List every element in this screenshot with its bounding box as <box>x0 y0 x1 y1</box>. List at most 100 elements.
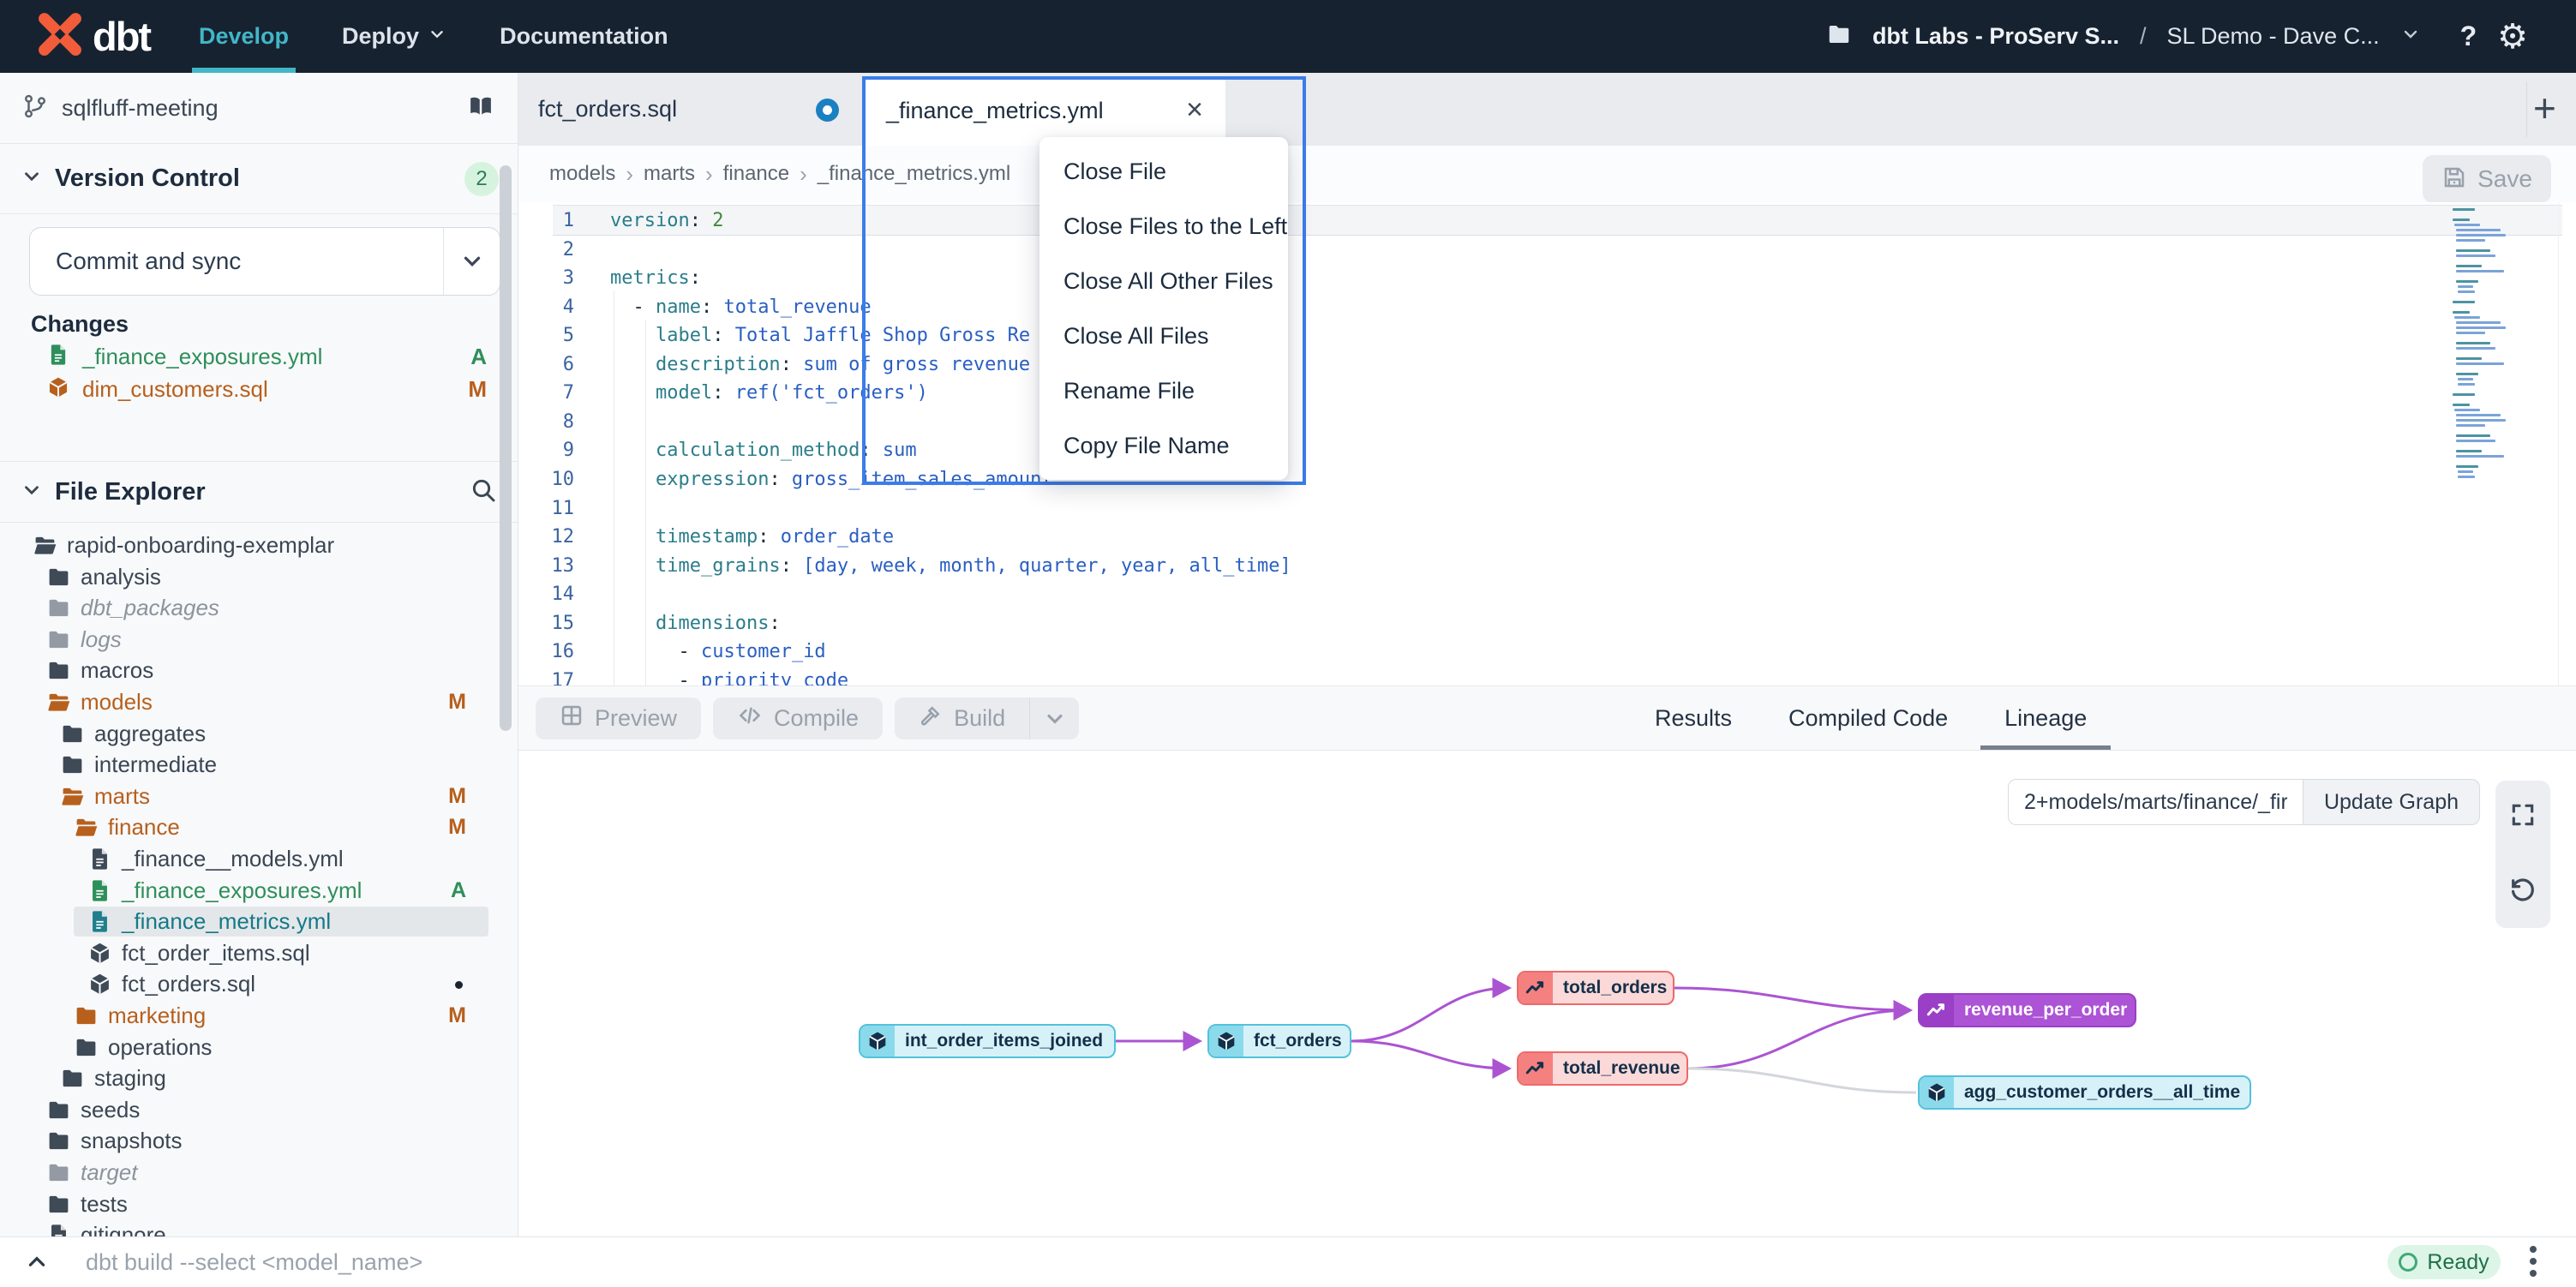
file-tree-item[interactable]: gitignore <box>0 1219 518 1236</box>
file-tree-item[interactable]: aggregates <box>0 718 518 750</box>
gear-icon[interactable]: ⚙ <box>2497 17 2528 57</box>
command-input[interactable]: dbt build --select <model_name> <box>86 1237 422 1287</box>
breadcrumb-item[interactable]: marts <box>644 162 695 186</box>
file-tree-item[interactable]: martsM <box>0 781 518 812</box>
file-icon <box>46 343 70 371</box>
preview-button[interactable]: Preview <box>536 697 701 739</box>
sidebar-scrollbar[interactable] <box>500 165 512 731</box>
build-button[interactable]: Build <box>895 697 1029 739</box>
lineage-node-agg_customer_orders__all_time[interactable]: agg_customer_orders__all_time <box>1918 1075 2251 1110</box>
menu-item-close-all-other-files[interactable]: Close All Other Files <box>1039 254 1288 308</box>
lineage-node-revenue_per_order[interactable]: revenue_per_order <box>1918 993 2136 1027</box>
chart-icon <box>1519 973 1553 1003</box>
tab-fct-orders[interactable]: fct_orders.sql <box>538 73 677 146</box>
lineage-selector-input[interactable] <box>2008 779 2303 825</box>
file-name: _finance_exposures.yml <box>122 875 362 907</box>
menu-item-copy-file-name[interactable]: Copy File Name <box>1039 418 1288 473</box>
lineage-node-int_order_items_joined[interactable]: int_order_items_joined <box>859 1024 1116 1058</box>
close-tab-icon[interactable]: × <box>1186 76 1203 146</box>
file-tree-item[interactable]: marketingM <box>0 1000 518 1032</box>
help-icon[interactable]: ? <box>2460 21 2477 52</box>
version-control-title: Version Control <box>55 165 240 193</box>
nav-documentation[interactable]: Documentation <box>500 0 668 73</box>
file-tree-item[interactable]: _finance__models.yml <box>0 843 518 875</box>
file-tree-item[interactable]: macros <box>0 655 518 686</box>
breadcrumb-item[interactable]: models <box>549 162 615 186</box>
cube-icon <box>1920 1077 1954 1108</box>
file-tree-item[interactable]: rapid-onboarding-exemplar <box>0 530 518 561</box>
new-tab-button[interactable]: + <box>2533 73 2556 146</box>
commit-options-chevron[interactable] <box>443 228 500 295</box>
file-tree-item[interactable]: tests <box>0 1188 518 1220</box>
breadcrumb: models › marts › finance › _finance_metr… <box>518 146 2576 202</box>
status-badge[interactable]: Ready <box>2387 1245 2501 1279</box>
menu-item-close-files-to-the-left[interactable]: Close Files to the Left <box>1039 199 1288 254</box>
git-status-badge: A <box>451 875 466 907</box>
lineage-node-total_orders[interactable]: total_orders <box>1517 971 1674 1005</box>
folder-icon <box>46 658 71 687</box>
file-tree-item[interactable]: fct_order_items.sql <box>0 937 518 969</box>
file-tree-item[interactable]: modelsM <box>0 686 518 718</box>
change-item[interactable]: dim_customers.sqlM <box>0 373 518 405</box>
menu-item-rename-file[interactable]: Rename File <box>1039 363 1288 418</box>
lineage-node-total_revenue[interactable]: total_revenue <box>1517 1051 1688 1086</box>
file-tree-item[interactable]: fct_orders.sql <box>0 968 518 1000</box>
file-tree-item[interactable]: analysis <box>0 561 518 593</box>
commit-and-sync-button[interactable]: Commit and sync <box>29 227 500 296</box>
lineage-node-fct_orders[interactable]: fct_orders <box>1207 1024 1351 1058</box>
build-options-chevron[interactable] <box>1029 697 1079 739</box>
file-tree-item[interactable]: _finance_metrics.yml <box>0 906 518 937</box>
file-tree-item[interactable]: logs <box>0 624 518 655</box>
file-tree-item[interactable]: snapshots <box>0 1125 518 1157</box>
git-branch-row[interactable]: sqlfluff-meeting <box>0 73 518 144</box>
compile-button[interactable]: Compile <box>713 697 883 739</box>
breadcrumb-separator: › <box>800 161 807 188</box>
breadcrumb-item[interactable]: _finance_metrics.yml <box>818 162 1010 186</box>
save-button[interactable]: Save <box>2423 155 2551 203</box>
unsaved-dot <box>455 981 463 989</box>
file-tree-item[interactable]: seeds <box>0 1094 518 1126</box>
tab-results[interactable]: Results <box>1655 686 1732 751</box>
file-icon <box>46 1223 71 1236</box>
file-tree-item[interactable]: operations <box>0 1032 518 1063</box>
file-tree-item[interactable]: staging <box>0 1063 518 1094</box>
navbar-right: dbt Labs - ProServ S... / SL Demo - Dave… <box>1826 0 2528 73</box>
menu-item-close-file[interactable]: Close File <box>1039 144 1288 199</box>
folder-icon <box>60 721 85 751</box>
chevron-down-icon <box>428 0 446 73</box>
dbt-logo[interactable]: dbt <box>36 0 150 73</box>
code-editor[interactable]: 1234567891011121314151617 version: 2metr… <box>518 202 2576 685</box>
tab-lineage[interactable]: Lineage <box>2004 686 2087 751</box>
nav-deploy[interactable]: Deploy <box>342 0 446 73</box>
breadcrumb-item[interactable]: finance <box>723 162 789 186</box>
expand-panel-chevron-icon[interactable] <box>24 1251 50 1278</box>
chevron-down-icon[interactable] <box>2400 24 2421 49</box>
file-tree-item[interactable]: target <box>0 1157 518 1188</box>
menu-item-close-all-files[interactable]: Close All Files <box>1039 308 1288 363</box>
change-file-name: _finance_exposures.yml <box>82 344 322 370</box>
search-icon[interactable] <box>470 476 497 508</box>
docs-book-icon[interactable] <box>466 93 495 123</box>
file-tree-item[interactable]: financeM <box>0 811 518 843</box>
version-control-header[interactable]: Version Control 2 <box>0 144 518 214</box>
update-graph-button[interactable]: Update Graph <box>2303 779 2480 825</box>
kebab-menu-icon[interactable] <box>2530 1246 2537 1277</box>
editor-minimap[interactable] <box>2453 208 2514 500</box>
file-tree-item[interactable]: _finance_exposures.yml A <box>0 875 518 907</box>
account-name[interactable]: dbt Labs - ProServ S... <box>1872 23 2119 50</box>
reset-view-icon[interactable] <box>2495 863 2550 918</box>
file-explorer-header[interactable]: File Explorer <box>0 461 518 523</box>
project-name[interactable]: SL Demo - Dave C... <box>2167 23 2380 50</box>
file-name: marketing <box>108 1000 206 1032</box>
tab-finance-metrics[interactable]: _finance_metrics.yml × <box>866 76 1225 146</box>
tab-compiled-code[interactable]: Compiled Code <box>1788 686 1948 751</box>
code-line: description: sum of gross revenue <box>610 350 1030 380</box>
change-item[interactable]: _finance_exposures.ymlA <box>0 340 518 373</box>
line-number: 1 <box>518 207 574 236</box>
file-tree-item[interactable]: intermediate <box>0 749 518 781</box>
git-branch-icon <box>22 93 48 123</box>
fullscreen-icon[interactable] <box>2495 787 2550 842</box>
file-tree-item[interactable]: dbt_packages <box>0 592 518 624</box>
nav-develop[interactable]: Develop <box>199 0 289 73</box>
file-name: snapshots <box>81 1125 183 1157</box>
